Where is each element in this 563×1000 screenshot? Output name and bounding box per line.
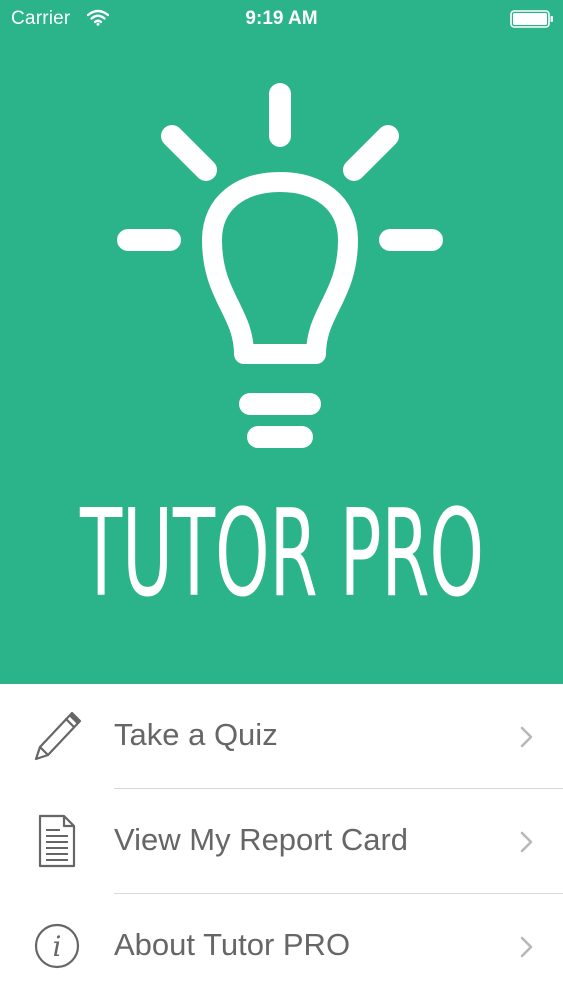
menu-item-label: View My Report Card	[114, 822, 409, 857]
menu-item-about[interactable]: i About Tutor PRO	[0, 894, 563, 999]
menu-item-label: Take a Quiz	[114, 717, 278, 752]
menu-item-label: About Tutor PRO	[114, 927, 351, 962]
chevron-right-icon	[520, 831, 534, 858]
clock: 9:19 AM	[245, 8, 318, 29]
main-menu: Take a Quiz View My Report Card i About …	[0, 684, 563, 999]
menu-item-take-quiz[interactable]: Take a Quiz	[0, 684, 563, 789]
lightbulb-icon	[110, 82, 450, 457]
pencil-icon	[32, 709, 82, 763]
svg-text:i: i	[53, 930, 62, 963]
app-wordmark: TUTOR PRO	[78, 485, 486, 624]
chevron-right-icon	[520, 726, 534, 753]
battery-icon	[510, 10, 554, 34]
wordmark-text: TUTOR PRO	[79, 495, 484, 607]
hero-banner: Carrier 9:19 AM TUTOR PRO	[0, 0, 563, 684]
document-icon	[32, 814, 82, 868]
chevron-right-icon	[520, 936, 534, 963]
info-icon: i	[32, 919, 82, 973]
status-bar: Carrier 9:19 AM	[0, 0, 563, 38]
menu-item-report-card[interactable]: View My Report Card	[0, 789, 563, 894]
